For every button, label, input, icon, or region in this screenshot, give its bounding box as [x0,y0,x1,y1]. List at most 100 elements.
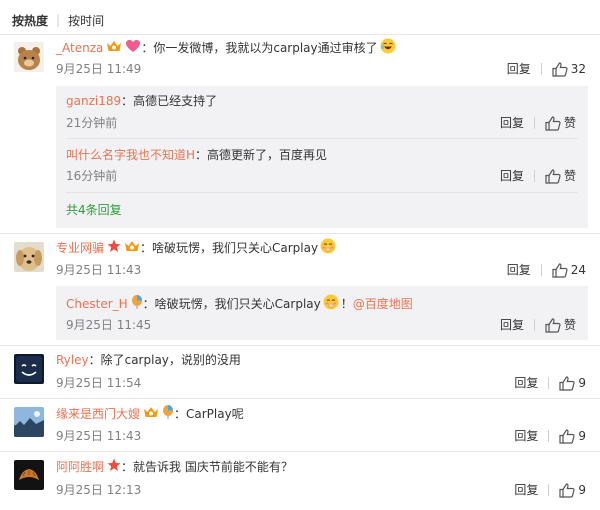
vip-crown-icon [106,39,122,57]
action-separator [540,264,542,276]
like-button[interactable]: 赞 [545,115,576,131]
reply-actions: 回复 赞 [500,168,576,184]
comment-actions: 回复 24 [507,262,586,278]
like-button[interactable]: 9 [559,482,586,498]
reply-box: Chester_H ：啥破玩愣，我们只关心Carplay ！ @百度地图 9月2… [56,286,588,340]
comment-time: 9月25日 11:43 [56,429,142,443]
like-count: 24 [570,263,586,277]
thumbs-up-icon [545,317,561,333]
reply-text: ：高德更新了，百度再见 [195,148,328,162]
reply-text: ：高德已经支持了 [121,94,218,108]
action-separator [548,377,550,389]
thumbs-up-icon [545,168,561,184]
reply-button[interactable]: 回复 [500,168,524,184]
comment-actions: 回复 9 [514,428,586,444]
avatar[interactable] [14,407,44,437]
sort-by-time[interactable]: 按时间 [68,12,104,29]
comment-username[interactable]: Ryley [56,352,89,368]
reply-text: ：啥破玩愣，我们只关心Carplay [142,297,321,311]
like-count: 9 [578,483,586,497]
vip-crown-icon [143,405,159,423]
reply-button[interactable]: 回复 [514,482,538,498]
like-button[interactable]: 赞 [545,317,576,333]
comment-username[interactable]: 缘来是西门大嫂 [56,406,140,422]
laughing-emoji-icon [380,38,396,58]
heart-badge-icon [125,39,141,57]
reply-username[interactable]: Chester_H [66,296,128,312]
sort-by-hot[interactable]: 按热度 [12,12,48,29]
reply-time: 9月25日 11:45 [66,318,152,332]
reply-username[interactable]: 叫什么名字我也不知道H [66,147,195,163]
divider [66,192,578,193]
action-separator [540,63,542,75]
sky-avatar-icon [14,407,44,437]
like-count: 32 [570,62,586,76]
reply-box: ganzi189 ：高德已经支持了 21分钟前 回复 赞 叫什么名字我也不知道H… [56,86,588,228]
more-replies-link[interactable]: 共4条回复 [66,202,122,218]
comment-line: 专业网骗 ：啥破玩愣，我们只关心Carplay [56,238,336,258]
action-separator [533,319,535,331]
like-count: 9 [578,429,586,443]
like-button[interactable]: 赞 [545,168,576,184]
comment-line: 缘来是西门大嫂 ：CarPlay呢 [56,405,244,423]
divider [66,138,578,139]
thumbs-up-icon [545,115,561,131]
avatar[interactable] [14,242,44,272]
avatar[interactable] [14,42,44,72]
comment-time: 9月25日 11:49 [56,62,142,76]
exclamation-mark: ！ [340,297,353,311]
shy-emoji-icon [320,238,336,258]
reply-actions: 回复 赞 [500,115,576,131]
reply-line: Chester_H ：啥破玩愣，我们只关心Carplay ！ @百度地图 [66,294,413,314]
vip-crown-icon [124,239,140,257]
comment-text: ：你一发微博，我就以为carplay通过审核了 [141,41,378,55]
like-count: 9 [578,376,586,390]
comment-text: ：CarPlay呢 [174,407,244,421]
comment-text: ：就告诉我 国庆节前能不能有？ [121,460,293,474]
reply-time: 21分钟前 [66,116,118,130]
divider [0,398,600,399]
comment-time: 9月25日 11:54 [56,376,142,390]
comment-actions: 回复 32 [507,61,586,77]
star-badge-icon [107,458,121,476]
sort-separator: | [56,13,61,27]
thumbs-up-icon [552,262,568,278]
comment-username[interactable]: _Atenza [56,40,103,56]
reply-button[interactable]: 回复 [507,262,531,278]
croissant-avatar-icon [14,460,44,490]
avatar[interactable] [14,460,44,490]
reply-line: 叫什么名字我也不知道H ：高德更新了，百度再见 [66,147,327,163]
like-button[interactable]: 32 [552,61,586,77]
reply-line: ganzi189 ：高德已经支持了 [66,93,217,109]
reply-button[interactable]: 回复 [514,375,538,391]
divider [0,345,600,346]
comment-actions: 回复 9 [514,375,586,391]
reply-username[interactable]: ganzi189 [66,93,121,109]
mention-link[interactable]: @百度地图 [353,296,413,312]
comment-username[interactable]: 阿阿胜啊 [56,459,104,475]
like-label: 赞 [563,318,576,332]
thumbs-up-icon [559,375,575,391]
reply-button[interactable]: 回复 [500,115,524,131]
avatar[interactable] [14,354,44,384]
like-label: 赞 [563,169,576,183]
sort-bar: 按热度 | 按时间 [12,11,104,29]
comment-line: _Atenza ：你一发微博，我就以为carplay通过审核了 [56,38,396,58]
comment-username[interactable]: 专业网骗 [56,240,104,256]
reply-button[interactable]: 回复 [514,428,538,444]
comment-actions: 回复 9 [514,482,586,498]
divider [0,34,600,35]
comment-time: 9月25日 12:13 [56,483,142,497]
thumbs-up-icon [559,428,575,444]
like-button[interactable]: 24 [552,262,586,278]
comment-line: 阿阿胜啊 ：就告诉我 国庆节前能不能有？ [56,458,293,476]
reply-button[interactable]: 回复 [500,317,524,333]
reply-button[interactable]: 回复 [507,61,531,77]
like-button[interactable]: 9 [559,428,586,444]
dog-avatar-icon [14,242,44,272]
comment-text: ：啥破玩愣，我们只关心Carplay [140,241,319,255]
divider [0,451,600,452]
like-button[interactable]: 9 [559,375,586,391]
action-separator [533,170,535,182]
like-label: 赞 [563,116,576,130]
